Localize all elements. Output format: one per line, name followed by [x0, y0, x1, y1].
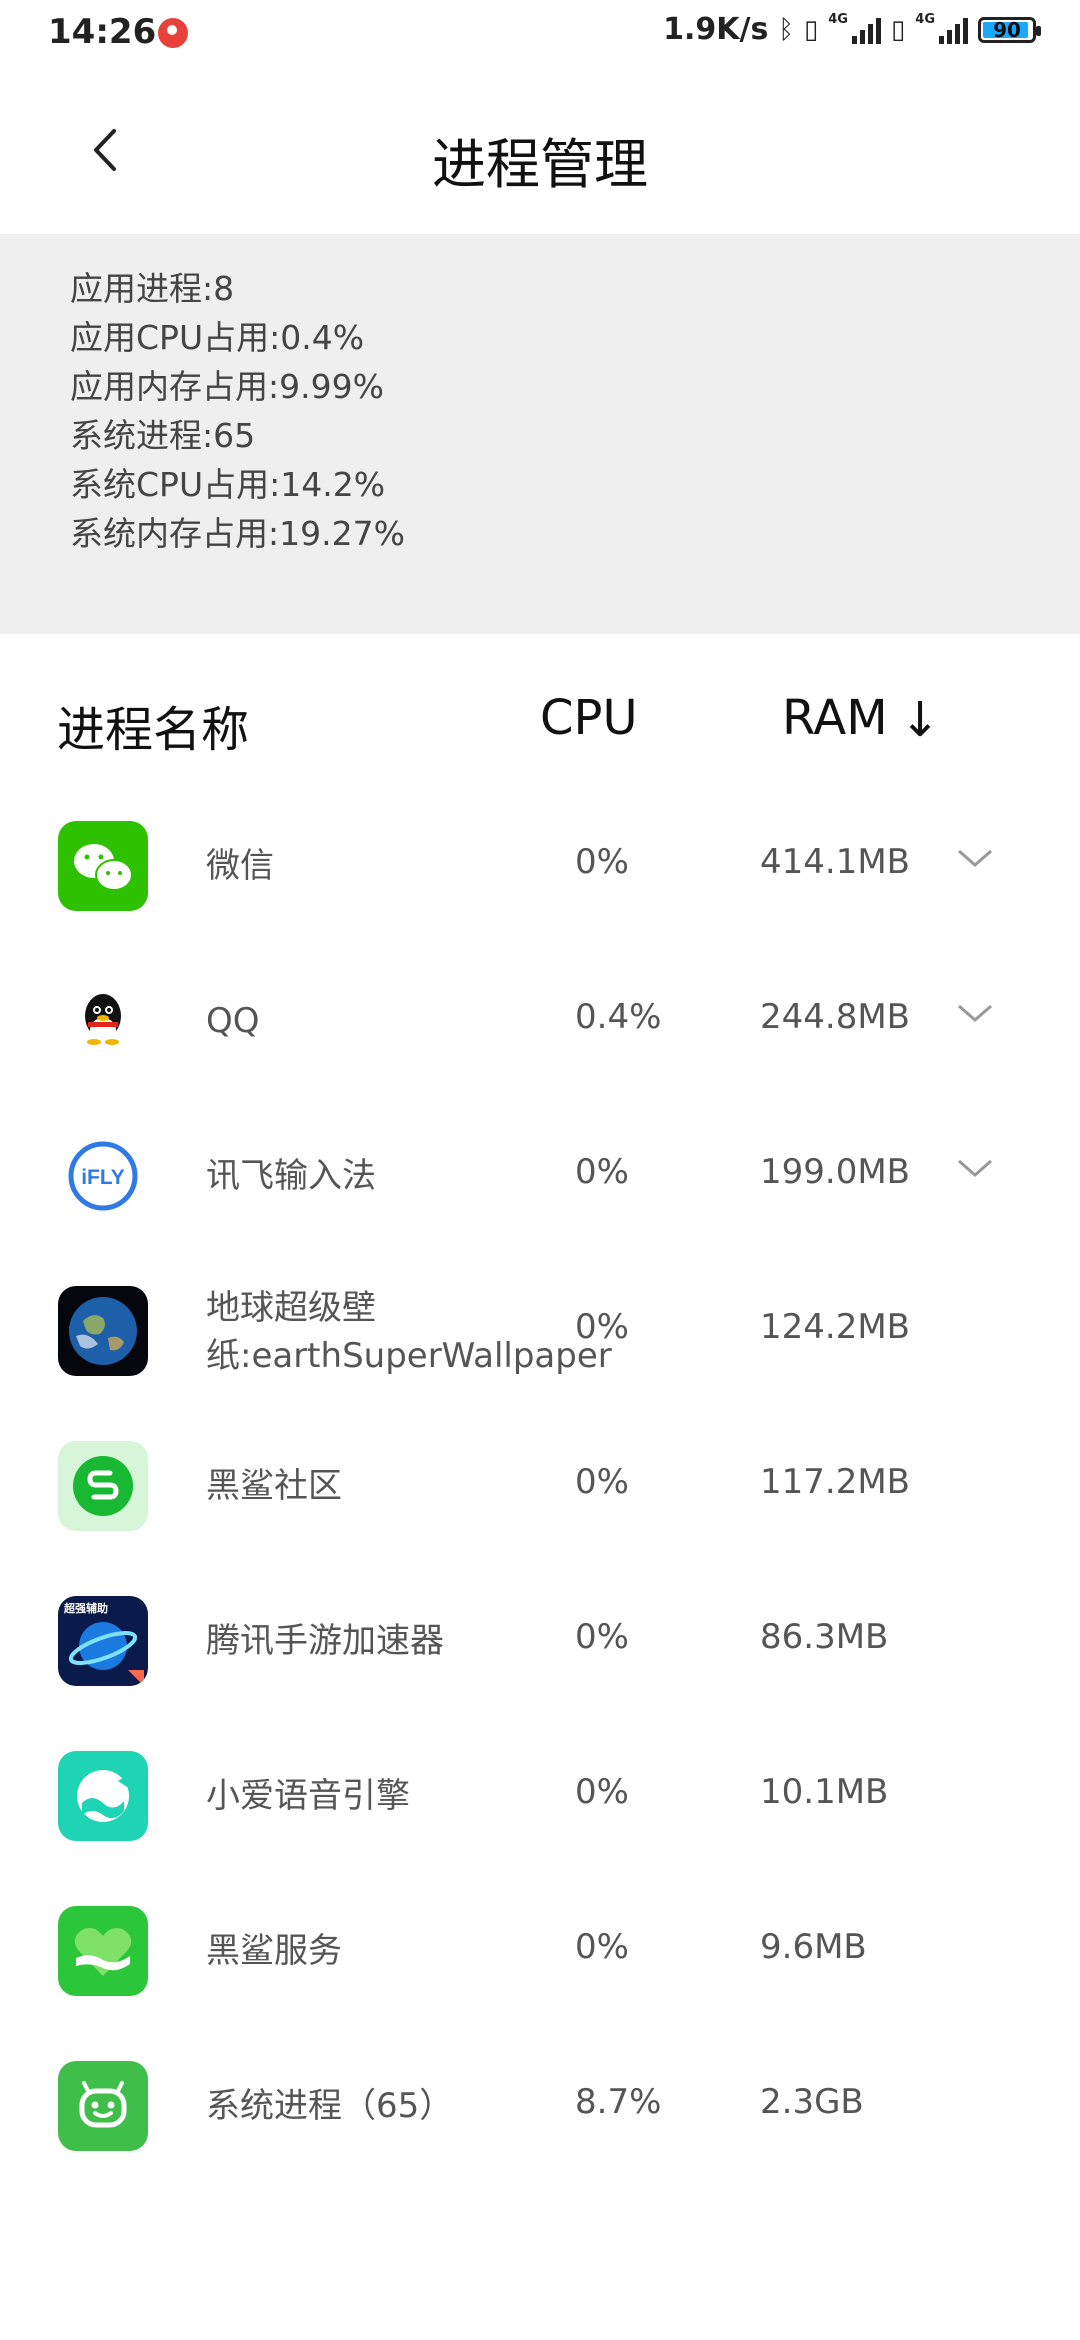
process-name: 小爱语音引擎	[206, 1776, 410, 1816]
game-booster-badge-text: 超强辅助	[63, 1601, 108, 1615]
process-cpu: 0%	[575, 1772, 629, 1812]
ifly-icon-text: iFLY	[81, 1166, 125, 1189]
process-name: 黑鲨服务	[206, 1931, 342, 1971]
xiaoai-icon	[58, 1751, 148, 1841]
earth-icon	[58, 1286, 148, 1376]
process-cpu: 0%	[575, 1152, 629, 1192]
battery-level: 90	[993, 17, 1021, 42]
process-name: 系统进程（65）	[206, 2086, 454, 2126]
process-cpu: 0%	[575, 1307, 629, 1347]
column-header-name[interactable]: 进程名称	[57, 690, 249, 760]
process-row-earth-wallpaper[interactable]: 地球超级壁纸:earthSuperWallpaper 0% 124.2MB	[0, 1254, 1080, 1409]
summary-panel: 应用进程:8 应用CPU占用:0.4% 应用内存占用:9.99% 系统进程:65…	[0, 234, 1080, 634]
process-row-xiaoai[interactable]: 小爱语音引擎 0% 10.1MB	[0, 1719, 1080, 1874]
summary-app-processes: 应用进程:8	[70, 269, 235, 308]
process-name: 讯飞输入法	[206, 1156, 376, 1196]
column-header-ram[interactable]: RAM	[782, 690, 888, 746]
process-ram: 117.2MB	[760, 1462, 910, 1502]
process-row-blackshark-community[interactable]: 黑鲨社区 0% 117.2MB	[0, 1409, 1080, 1564]
signal-icon	[851, 16, 881, 44]
process-row-wechat[interactable]: 微信 0% 414.1MB	[0, 789, 1080, 944]
chevron-down-icon[interactable]	[955, 1149, 995, 1189]
battery-icon: 90	[978, 16, 1041, 43]
column-header-cpu[interactable]: CPU	[540, 690, 638, 746]
wechat-icon	[58, 821, 148, 911]
sim-icon-2: ▯	[890, 14, 906, 45]
game-booster-icon: 超强辅助	[58, 1596, 148, 1686]
page-title: 进程管理	[432, 133, 648, 196]
column-headers: 进程名称 CPU RAM ↓	[0, 690, 1080, 760]
signal-icon-2	[939, 16, 968, 44]
bluetooth-icon: ᛒ	[778, 14, 794, 45]
summary-app-cpu: 应用CPU占用:0.4%	[70, 318, 365, 357]
process-row-system[interactable]: 系统进程（65） 8.7% 2.3GB	[0, 2029, 1080, 2184]
chevron-down-icon[interactable]	[955, 839, 995, 879]
net-speed: 1.9K/s	[663, 12, 769, 47]
process-name: 黑鲨社区	[206, 1466, 342, 1506]
process-ram: 10.1MB	[760, 1772, 889, 1812]
process-row-ifly[interactable]: iFLY 讯飞输入法 0% 199.0MB	[0, 1099, 1080, 1254]
sim-icon: ▯	[803, 14, 819, 45]
notification-icon	[158, 18, 188, 48]
status-time: 14:26	[48, 12, 157, 52]
process-cpu: 0%	[575, 1927, 629, 1967]
ifly-icon: iFLY	[58, 1131, 148, 1221]
process-row-blackshark-service[interactable]: 黑鲨服务 0% 9.6MB	[0, 1874, 1080, 2029]
network-badge: 4G	[828, 12, 848, 27]
process-cpu: 0%	[575, 1462, 629, 1502]
process-ram: 86.3MB	[760, 1617, 889, 1657]
app-header: 进程管理	[0, 70, 1080, 234]
process-cpu: 0%	[575, 1617, 629, 1657]
process-name: 腾讯手游加速器	[206, 1621, 444, 1661]
status-bar: 14:26 1.9K/s ᛒ ▯ 4G ▯ 4G 90	[0, 0, 1080, 70]
process-cpu: 8.7%	[575, 2082, 662, 2122]
process-ram: 414.1MB	[760, 842, 910, 882]
summary-sys-processes: 系统进程:65	[70, 416, 256, 455]
qq-penguin-icon	[58, 976, 148, 1066]
process-name: QQ	[206, 1001, 260, 1041]
process-ram: 9.6MB	[760, 1927, 867, 1967]
summary-app-mem: 应用内存占用:9.99%	[70, 367, 384, 406]
process-name: 地球超级壁纸:earthSuperWallpaper	[206, 1288, 612, 1376]
process-ram: 124.2MB	[760, 1307, 910, 1347]
process-ram: 199.0MB	[760, 1152, 910, 1192]
process-row-qq[interactable]: QQ 0.4% 244.8MB	[0, 944, 1080, 1099]
summary-sys-cpu: 系统CPU占用:14.2%	[70, 465, 386, 504]
process-ram: 244.8MB	[760, 997, 910, 1037]
chevron-down-icon[interactable]	[955, 994, 995, 1034]
sort-desc-icon[interactable]: ↓	[900, 692, 940, 748]
blackshark-community-icon	[58, 1441, 148, 1531]
process-name: 微信	[206, 846, 274, 886]
process-cpu: 0%	[575, 842, 629, 882]
process-row-game-booster[interactable]: 超强辅助 腾讯手游加速器 0% 86.3MB	[0, 1564, 1080, 1719]
system-android-icon	[58, 2061, 148, 2151]
process-cpu: 0.4%	[575, 997, 662, 1037]
network-badge-2: 4G	[915, 12, 935, 27]
process-ram: 2.3GB	[760, 2082, 864, 2122]
summary-sys-mem: 系统内存占用:19.27%	[70, 514, 405, 553]
blackshark-service-icon	[58, 1906, 148, 1996]
status-right: 1.9K/s ᛒ ▯ 4G ▯ 4G 90	[663, 12, 1041, 47]
